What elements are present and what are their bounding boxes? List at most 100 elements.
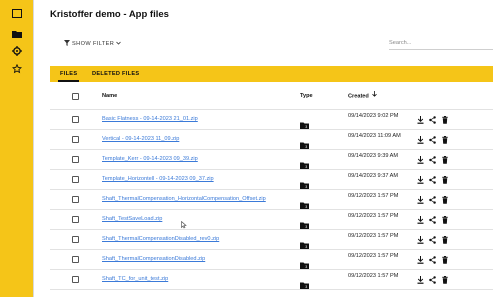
tab-files[interactable]: FILES [57,66,80,82]
created-date: 09/12/2023 1:57 PM [348,253,399,259]
files-table: Name Type Created Basic Flatness - 09-14… [50,82,493,290]
file-name-link[interactable]: Shaft_TestSaveLoad.zip [102,216,162,222]
row-actions [417,156,448,164]
folder-icon[interactable] [11,28,23,40]
svg-text:3: 3 [305,265,307,269]
row-checkbox[interactable] [72,276,79,283]
row-checkbox[interactable] [72,116,79,123]
chevron-down-icon [116,41,122,47]
row-actions [417,136,448,144]
row-actions [417,256,448,264]
select-all-checkbox[interactable] [72,93,79,100]
trash-icon[interactable] [441,176,448,184]
table-row[interactable]: Vertical - 09-14-2023 11_09.zip 3 09/14/20… [50,130,493,150]
share-icon[interactable] [429,276,436,284]
folder-icon: 3 [300,216,309,229]
trash-icon[interactable] [441,236,448,244]
row-actions [417,216,448,224]
svg-text:3: 3 [305,165,307,169]
column-header-name[interactable]: Name [102,82,117,110]
created-date: 09/12/2023 1:57 PM [348,233,399,239]
file-name-link[interactable]: Shaft_ThermalCompensationDisabled.zip [102,256,205,262]
row-checkbox[interactable] [72,176,79,183]
trash-icon[interactable] [441,196,448,204]
table-row[interactable]: Basic Flatness - 09-14-2023 21_01.zip 3 09… [50,110,493,130]
row-checkbox[interactable] [72,216,79,223]
table-row[interactable]: Shaft_ThermalCompensationDisabled.zip 3 09… [50,250,493,270]
svg-text:3: 3 [305,145,307,149]
created-date: 09/14/2023 11:09 AM [348,133,401,139]
column-header-type[interactable]: Type [300,82,313,110]
file-name-link[interactable]: Vertical - 09-14-2023 11_09.zip [102,136,179,142]
file-name-link[interactable]: Shaft_TC_for_unit_test.zip [102,276,168,282]
download-icon[interactable] [417,236,424,244]
sidebar-rail [0,0,33,297]
svg-text:3: 3 [305,205,307,209]
folder-icon: 3 [300,256,309,269]
folder-icon: 3 [300,176,309,189]
star-icon[interactable] [11,63,23,75]
folder-icon: 3 [300,156,309,169]
row-checkbox[interactable] [72,196,79,203]
download-icon[interactable] [417,136,424,144]
file-name-link[interactable]: Template_Horizontell - 09-14-2023 09_37.… [102,176,214,182]
table-row[interactable]: Template_Kerr - 09-14-2023 09_39.zip 3 09/… [50,150,493,170]
created-date: 09/14/2023 9:02 PM [348,113,399,119]
table-row[interactable]: Template_Horizontell - 09-14-2023 09_37.… [50,170,493,190]
download-icon[interactable] [417,176,424,184]
folder-icon: 3 [300,136,309,149]
column-header-created[interactable]: Created [348,82,378,110]
trash-icon[interactable] [441,276,448,284]
share-icon[interactable] [429,136,436,144]
trash-icon[interactable] [441,116,448,124]
svg-text:3: 3 [305,225,307,229]
search-input[interactable]: Search... [389,38,493,50]
share-icon[interactable] [429,196,436,204]
download-icon[interactable] [417,276,424,284]
file-name-link[interactable]: Shaft_ThermalCompensation_HorizontalComp… [102,196,266,202]
share-icon[interactable] [429,236,436,244]
row-checkbox[interactable] [72,256,79,263]
trash-icon[interactable] [441,216,448,224]
download-icon[interactable] [417,196,424,204]
collapse-panel-icon[interactable] [11,7,23,19]
file-name-link[interactable]: Template_Kerr - 09-14-2023 09_39.zip [102,156,198,162]
created-date: 09/12/2023 1:57 PM [348,273,399,279]
download-icon[interactable] [417,256,424,264]
row-checkbox[interactable] [72,136,79,143]
svg-text:3: 3 [305,285,307,289]
table-row[interactable]: Shaft_ThermalCompensation_HorizontalComp… [50,190,493,210]
svg-text:3: 3 [305,125,307,129]
table-row[interactable]: Shaft_TestSaveLoad.zip 3 09/12/2023 1:57 P… [50,210,493,230]
download-icon[interactable] [417,156,424,164]
page-title: Kristoffer demo - App files [50,9,169,20]
gear-icon[interactable] [11,45,23,57]
file-name-link[interactable]: Basic Flatness - 09-14-2023 21_01.zip [102,116,198,122]
share-icon[interactable] [429,256,436,264]
share-icon[interactable] [429,156,436,164]
download-icon[interactable] [417,216,424,224]
share-icon[interactable] [429,176,436,184]
share-icon[interactable] [429,216,436,224]
row-checkbox[interactable] [72,236,79,243]
table-row[interactable]: Shaft_ThermalCompensationDisabled_rev0.z… [50,230,493,250]
trash-icon[interactable] [441,136,448,144]
arrow-down-icon [372,82,378,110]
tab-deleted-files[interactable]: DELETED FILES [92,66,139,82]
created-date: 09/14/2023 9:39 AM [348,153,399,159]
column-header-created-label: Created [348,93,369,100]
row-checkbox[interactable] [72,156,79,163]
share-icon[interactable] [429,116,436,124]
table-row[interactable]: Shaft_TC_for_unit_test.zip 3 09/12/2023 1:… [50,270,493,290]
tab-bar: FILES DELETED FILES [50,66,493,82]
file-name-link[interactable]: Shaft_ThermalCompensationDisabled_rev0.z… [102,236,219,242]
row-actions [417,176,448,184]
trash-icon[interactable] [441,156,448,164]
filter-icon [64,40,70,48]
download-icon[interactable] [417,116,424,124]
show-filter-button[interactable]: SHOW FILTER [64,40,122,48]
folder-icon: 3 [300,196,309,209]
trash-icon[interactable] [441,256,448,264]
row-actions [417,196,448,204]
created-date: 09/12/2023 1:57 PM [348,193,399,199]
